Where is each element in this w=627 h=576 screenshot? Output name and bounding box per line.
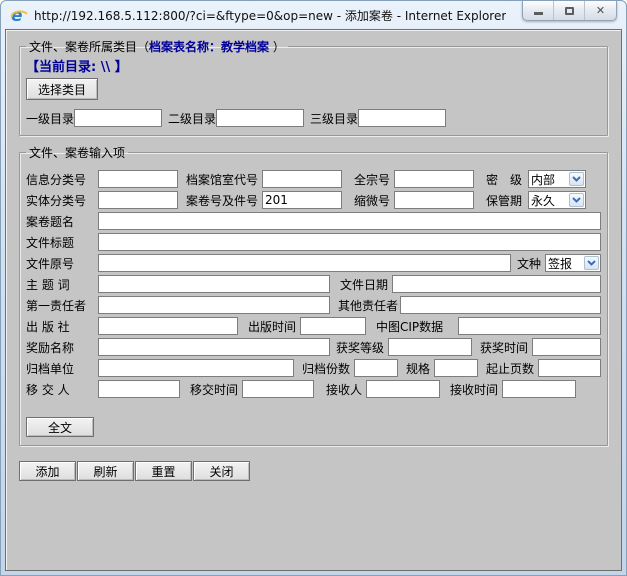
entity-class-input[interactable] xyxy=(98,191,178,209)
level2-label: 二级目录 xyxy=(168,110,216,127)
security-level-select[interactable]: 内部 xyxy=(528,170,586,188)
chevron-down-icon xyxy=(584,256,599,270)
subject-input[interactable] xyxy=(98,275,330,293)
current-directory-label: 【当前目录: \\ 】 xyxy=(26,56,601,75)
original-number-input[interactable] xyxy=(98,254,511,272)
doc-title-label: 文件标题 xyxy=(26,234,98,251)
category-legend-prefix: 文件、案卷所属类目（ xyxy=(29,40,149,54)
publish-time-label: 出版时间 xyxy=(248,318,300,335)
award-name-input[interactable] xyxy=(98,338,330,356)
doc-type-label: 文种 xyxy=(517,255,545,272)
level2-input[interactable] xyxy=(216,109,304,127)
archive-unit-input[interactable] xyxy=(98,359,294,377)
receive-time-input[interactable] xyxy=(502,380,576,398)
doc-date-input[interactable] xyxy=(392,275,601,293)
browser-window: e http://192.168.5.112:800/?ci=&ftype=0&… xyxy=(0,0,627,576)
chevron-down-icon xyxy=(569,193,584,207)
level3-label: 三级目录 xyxy=(310,110,358,127)
fonds-number-input[interactable] xyxy=(394,170,474,188)
retention-select[interactable]: 永久 xyxy=(528,191,586,209)
transfer-person-input[interactable] xyxy=(98,380,180,398)
retention-value: 永久 xyxy=(530,192,569,209)
volume-title-input[interactable] xyxy=(98,212,601,230)
entity-class-label: 实体分类号 xyxy=(26,192,98,209)
subject-label: 主 题 词 xyxy=(26,276,98,293)
archive-table-name: 档案表名称：教学档案 xyxy=(149,40,269,54)
close-form-button[interactable]: 关闭 xyxy=(193,461,250,481)
publisher-input[interactable] xyxy=(98,317,238,335)
input-legend: 文件、案卷输入项 xyxy=(26,144,128,161)
retention-label: 保管期 xyxy=(486,192,528,209)
spec-input[interactable] xyxy=(434,359,478,377)
minimize-button[interactable] xyxy=(523,1,554,20)
input-fieldset: 文件、案卷输入项 信息分类号 档案馆室代号 全宗号 密 级 内部 实体分类号 案… xyxy=(19,144,608,446)
info-class-input[interactable] xyxy=(98,170,178,188)
award-level-label: 获奖等级 xyxy=(336,339,388,356)
add-button[interactable]: 添加 xyxy=(19,461,76,481)
security-level-label: 密 级 xyxy=(486,171,528,188)
first-author-input[interactable] xyxy=(98,296,330,314)
select-category-button[interactable]: 选择类目 xyxy=(26,78,98,100)
category-legend: 文件、案卷所属类目（档案表名称：教学档案 ） xyxy=(26,38,288,55)
award-time-input[interactable] xyxy=(532,338,601,356)
doc-type-value: 签报 xyxy=(547,255,584,272)
page-content: 文件、案卷所属类目（档案表名称：教学档案 ） 【当前目录: \\ 】 选择类目 … xyxy=(5,29,622,571)
reset-button[interactable]: 重置 xyxy=(135,461,192,481)
receive-time-label: 接收时间 xyxy=(450,381,502,398)
doc-type-select[interactable]: 签报 xyxy=(545,254,601,272)
microfilm-label: 缩微号 xyxy=(354,192,394,209)
action-bar: 添加 刷新 重置 关闭 xyxy=(19,461,608,481)
transfer-time-input[interactable] xyxy=(242,380,314,398)
publish-time-input[interactable] xyxy=(300,317,366,335)
archive-office-label: 档案馆室代号 xyxy=(186,171,262,188)
spec-label: 规格 xyxy=(406,360,434,377)
minimize-icon xyxy=(534,12,543,15)
archive-copies-input[interactable] xyxy=(354,359,398,377)
cip-input[interactable] xyxy=(458,317,601,335)
fonds-number-label: 全宗号 xyxy=(354,171,394,188)
ie-logo-icon: e xyxy=(10,6,28,24)
publisher-label: 出 版 社 xyxy=(26,318,98,335)
receiver-input[interactable] xyxy=(366,380,440,398)
file-number-input[interactable] xyxy=(262,191,342,209)
receiver-label: 接收人 xyxy=(326,381,366,398)
award-name-label: 奖励名称 xyxy=(26,339,98,356)
other-author-label: 其他责任者 xyxy=(338,297,400,314)
first-author-label: 第一责任者 xyxy=(26,297,98,314)
page-range-label: 起止页数 xyxy=(486,360,538,377)
close-button[interactable]: ✕ xyxy=(585,1,616,20)
transfer-person-label: 移 交 人 xyxy=(26,381,98,398)
security-level-value: 内部 xyxy=(530,171,569,188)
category-legend-suffix: ） xyxy=(269,40,285,54)
fulltext-button[interactable]: 全文 xyxy=(26,417,94,437)
cip-label: 中图CIP数据 xyxy=(376,318,458,335)
category-fieldset: 文件、案卷所属类目（档案表名称：教学档案 ） 【当前目录: \\ 】 选择类目 … xyxy=(19,38,608,136)
chevron-down-icon xyxy=(569,172,584,186)
page-range-input[interactable] xyxy=(538,359,601,377)
award-time-label: 获奖时间 xyxy=(480,339,532,356)
refresh-button[interactable]: 刷新 xyxy=(77,461,134,481)
window-controls: ✕ xyxy=(522,1,617,21)
other-author-input[interactable] xyxy=(400,296,601,314)
doc-title-input[interactable] xyxy=(98,233,601,251)
close-icon: ✕ xyxy=(596,5,605,16)
archive-copies-label: 归档份数 xyxy=(302,360,354,377)
info-class-label: 信息分类号 xyxy=(26,171,98,188)
transfer-time-label: 移交时间 xyxy=(190,381,242,398)
doc-date-label: 文件日期 xyxy=(340,276,392,293)
archive-office-input[interactable] xyxy=(262,170,342,188)
file-number-label: 案卷号及件号 xyxy=(186,192,262,209)
award-level-input[interactable] xyxy=(388,338,472,356)
original-number-label: 文件原号 xyxy=(26,255,98,272)
microfilm-input[interactable] xyxy=(394,191,474,209)
window-title: http://192.168.5.112:800/?ci=&ftype=0&op… xyxy=(34,7,506,24)
maximize-button[interactable] xyxy=(554,1,585,20)
archive-unit-label: 归档单位 xyxy=(26,360,98,377)
volume-title-label: 案卷题名 xyxy=(26,213,98,230)
level1-input[interactable] xyxy=(74,109,162,127)
maximize-icon xyxy=(565,7,574,15)
level3-input[interactable] xyxy=(358,109,446,127)
level1-label: 一级目录 xyxy=(26,110,74,127)
